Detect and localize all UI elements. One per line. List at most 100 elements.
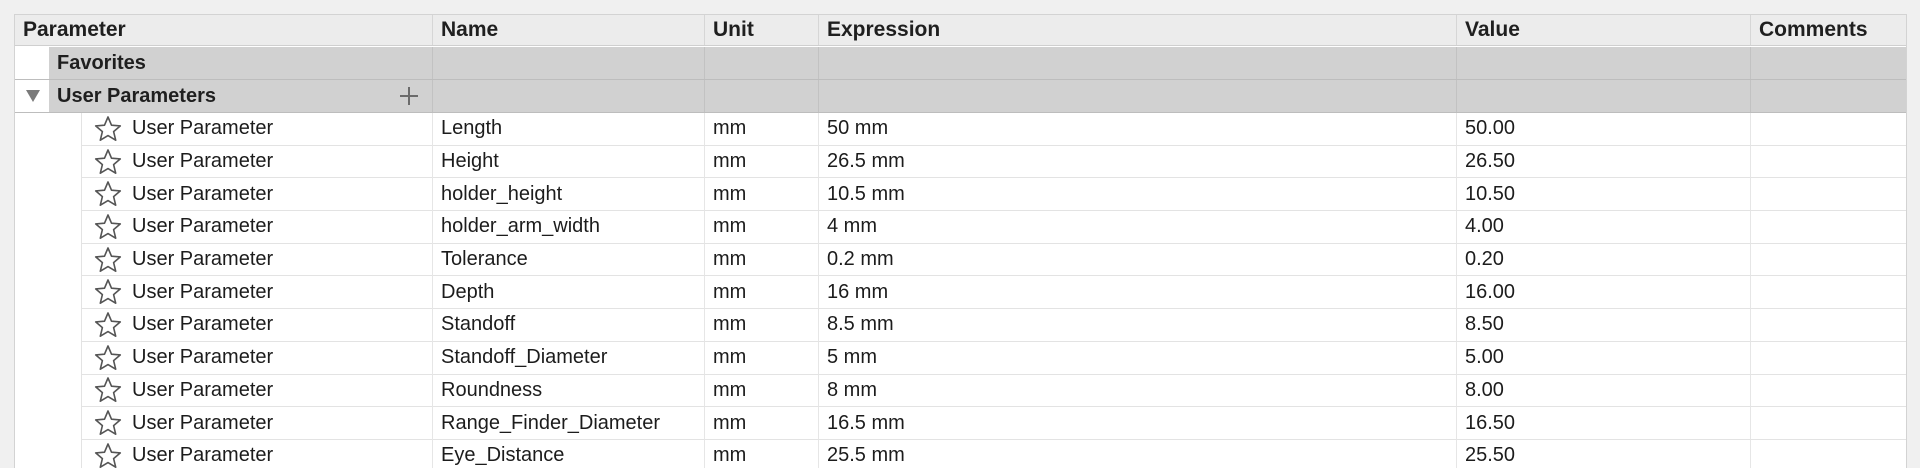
parameter-expression[interactable]: 16.5 mm	[819, 407, 1457, 440]
group-favorites[interactable]: Favorites	[15, 47, 1906, 80]
column-header-unit[interactable]: Unit	[705, 15, 819, 45]
parameter-name[interactable]: Standoff	[433, 309, 705, 342]
parameter-inner: User Parameter	[81, 407, 432, 440]
parameter-comment[interactable]	[1751, 440, 1906, 468]
group-cell	[1457, 47, 1751, 79]
parameter-comment[interactable]	[1751, 407, 1906, 440]
parameter-inner: User Parameter	[81, 309, 432, 342]
parameter-unit[interactable]: mm	[705, 145, 819, 179]
parameter-unit[interactable]: mm	[705, 113, 819, 146]
star-outline-icon[interactable]	[94, 213, 122, 241]
star-outline-icon[interactable]	[94, 115, 122, 143]
parameter-expression[interactable]: 50 mm	[819, 113, 1457, 146]
parameter-value: 16.50	[1457, 407, 1751, 440]
parameter-cell: User Parameter	[15, 407, 433, 440]
column-header-parameter[interactable]: Parameter	[15, 15, 433, 45]
column-header-comments[interactable]: Comments	[1751, 15, 1906, 45]
parameter-name[interactable]: Roundness	[433, 374, 705, 408]
group-user-cell: User Parameters	[15, 80, 433, 112]
column-header-value[interactable]: Value	[1457, 15, 1751, 45]
star-outline-icon[interactable]	[94, 180, 122, 208]
parameter-expression[interactable]: 26.5 mm	[819, 145, 1457, 179]
parameter-cell: User Parameter	[15, 145, 433, 179]
parameter-name[interactable]: Range_Finder_Diameter	[433, 407, 705, 440]
star-outline-icon[interactable]	[94, 344, 122, 372]
table-row[interactable]: User Parameter Length mm 50 mm 50.00	[15, 113, 1906, 146]
triangle-down-icon[interactable]	[26, 90, 40, 102]
parameter-comment[interactable]	[1751, 178, 1906, 212]
parameter-expression[interactable]: 8 mm	[819, 374, 1457, 408]
parameter-name[interactable]: Tolerance	[433, 243, 705, 277]
table-row[interactable]: User Parameter Eye_Distance mm 25.5 mm 2…	[15, 439, 1906, 468]
parameter-value: 8.00	[1457, 374, 1751, 408]
parameter-type: User Parameter	[132, 182, 274, 205]
table-row[interactable]: User Parameter holder_height mm 10.5 mm …	[15, 178, 1906, 212]
parameter-unit[interactable]: mm	[705, 439, 819, 468]
group-cell	[1457, 80, 1751, 112]
parameter-value: 50.00	[1457, 113, 1751, 146]
group-cell	[705, 47, 819, 79]
table-row[interactable]: User Parameter Height mm 26.5 mm 26.50	[15, 145, 1906, 179]
star-outline-icon[interactable]	[94, 409, 122, 437]
parameter-type: User Parameter	[132, 248, 274, 271]
column-header-name[interactable]: Name	[433, 15, 705, 45]
star-outline-icon[interactable]	[94, 148, 122, 176]
star-outline-icon[interactable]	[94, 376, 122, 404]
table-row[interactable]: User Parameter holder_arm_width mm 4 mm …	[15, 211, 1906, 244]
parameter-comment[interactable]	[1751, 211, 1906, 244]
parameter-unit[interactable]: mm	[705, 309, 819, 342]
parameter-comment[interactable]	[1751, 342, 1906, 375]
star-outline-icon[interactable]	[94, 246, 122, 274]
parameter-value: 25.50	[1457, 439, 1751, 468]
parameter-expression[interactable]: 8.5 mm	[819, 309, 1457, 342]
star-outline-icon[interactable]	[94, 278, 122, 306]
parameter-comment[interactable]	[1751, 244, 1906, 277]
table-row[interactable]: User Parameter Depth mm 16 mm 16.00	[15, 276, 1906, 310]
parameter-name[interactable]: Depth	[433, 276, 705, 310]
table-row[interactable]: User Parameter Tolerance mm 0.2 mm 0.20	[15, 243, 1906, 277]
plus-icon[interactable]	[400, 87, 418, 105]
parameter-name[interactable]: Height	[433, 145, 705, 179]
table-row[interactable]: User Parameter Standoff_Diameter mm 5 mm…	[15, 341, 1906, 375]
table-row[interactable]: User Parameter Range_Finder_Diameter mm …	[15, 407, 1906, 440]
parameter-expression[interactable]: 5 mm	[819, 341, 1457, 375]
parameter-expression[interactable]: 16 mm	[819, 276, 1457, 310]
parameter-unit[interactable]: mm	[705, 243, 819, 277]
parameter-comment[interactable]	[1751, 276, 1906, 310]
group-cell	[433, 80, 705, 112]
group-cell	[705, 80, 819, 112]
parameter-name[interactable]: Length	[433, 113, 705, 146]
parameter-unit[interactable]: mm	[705, 276, 819, 310]
parameter-cell: User Parameter	[15, 341, 433, 375]
parameter-cell: User Parameter	[15, 243, 433, 277]
parameter-type: User Parameter	[132, 280, 274, 303]
parameter-rows: User Parameter Length mm 50 mm 50.00 Use…	[15, 113, 1906, 468]
parameter-expression[interactable]: 25.5 mm	[819, 439, 1457, 468]
group-user-fill: User Parameters	[49, 80, 432, 112]
parameter-expression[interactable]: 10.5 mm	[819, 178, 1457, 212]
parameter-comment[interactable]	[1751, 146, 1906, 179]
parameter-unit[interactable]: mm	[705, 407, 819, 440]
parameter-expression[interactable]: 4 mm	[819, 211, 1457, 244]
table-row[interactable]: User Parameter Standoff mm 8.5 mm 8.50	[15, 309, 1906, 342]
parameter-unit[interactable]: mm	[705, 178, 819, 212]
parameter-unit[interactable]: mm	[705, 341, 819, 375]
parameter-expression[interactable]: 0.2 mm	[819, 243, 1457, 277]
parameter-comment[interactable]	[1751, 375, 1906, 408]
parameter-comment[interactable]	[1751, 309, 1906, 342]
parameter-name[interactable]: Standoff_Diameter	[433, 341, 705, 375]
star-outline-icon[interactable]	[94, 442, 122, 468]
parameter-name[interactable]: holder_arm_width	[433, 211, 705, 244]
parameter-inner: User Parameter	[81, 374, 432, 408]
column-header-expression[interactable]: Expression	[819, 15, 1457, 45]
parameter-comment[interactable]	[1751, 113, 1906, 146]
parameter-unit[interactable]: mm	[705, 211, 819, 244]
parameter-unit[interactable]: mm	[705, 374, 819, 408]
parameter-name[interactable]: holder_height	[433, 178, 705, 212]
star-outline-icon[interactable]	[94, 311, 122, 339]
parameter-name[interactable]: Eye_Distance	[433, 439, 705, 468]
table-row[interactable]: User Parameter Roundness mm 8 mm 8.00	[15, 374, 1906, 408]
parameter-type: User Parameter	[132, 313, 274, 336]
parameter-cell: User Parameter	[15, 374, 433, 408]
group-user-parameters[interactable]: User Parameters	[15, 80, 1906, 113]
